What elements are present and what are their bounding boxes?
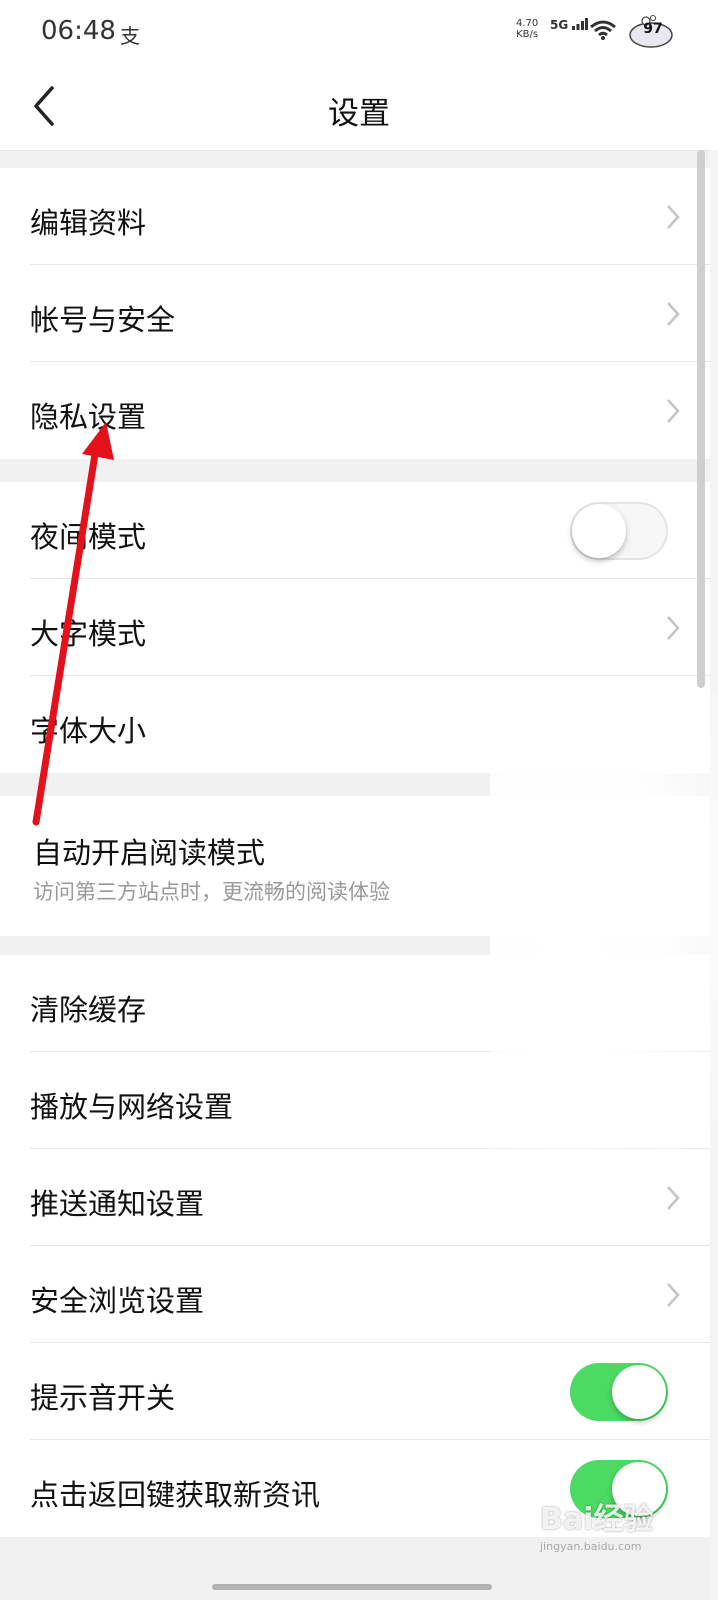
settings-group-account: 编辑资料 帐号与安全 隐私设置: [0, 168, 710, 459]
setting-row-push-notifications[interactable]: 推送通知设置: [0, 1149, 710, 1246]
alipay-notification-icon: 支: [120, 24, 140, 48]
status-bar: 06:48 支 4.70 KB/s 5G 97: [0, 0, 718, 64]
chevron-right-icon: [667, 205, 680, 229]
page-title: 设置: [328, 96, 390, 132]
toggle-knob: [612, 1365, 666, 1419]
net-speed-unit: KB/s: [516, 29, 539, 40]
setting-row-account-security[interactable]: 帐号与安全: [0, 265, 710, 362]
header: 设置: [0, 64, 718, 151]
sound-toggle[interactable]: [570, 1363, 668, 1421]
setting-row-privacy[interactable]: 隐私设置: [0, 362, 710, 459]
scroll-track: [710, 150, 718, 1600]
setting-label: 提示音开关: [30, 1381, 176, 1415]
net-speed-value: 4.70: [516, 18, 539, 29]
setting-row-clear-cache[interactable]: 清除缓存: [0, 955, 710, 1052]
setting-description: 访问第三方站点时，更流畅的阅读体验: [33, 880, 390, 904]
settings-group-display: 夜间模式 大字模式 字体大小: [0, 482, 710, 773]
signal-icon: 5G: [550, 18, 589, 32]
setting-label: 点击返回键获取新资讯: [30, 1478, 321, 1512]
status-time: 06:48: [41, 16, 116, 46]
chevron-right-icon: [667, 616, 680, 640]
setting-label: 推送通知设置: [30, 1187, 205, 1221]
setting-row-safe-browsing[interactable]: 安全浏览设置: [0, 1246, 710, 1343]
scrollbar-thumb[interactable]: [697, 150, 705, 688]
setting-label: 编辑资料: [30, 206, 147, 240]
setting-row-night-mode: 夜间模式: [0, 482, 710, 579]
setting-label: 安全浏览设置: [30, 1284, 205, 1318]
back-refresh-toggle[interactable]: [570, 1460, 668, 1518]
setting-label: 隐私设置: [30, 400, 147, 434]
setting-row-reading-mode[interactable]: 自动开启阅读模式 访问第三方站点时，更流畅的阅读体验: [0, 796, 710, 936]
settings-group-reading: 自动开启阅读模式 访问第三方站点时，更流畅的阅读体验: [0, 796, 710, 936]
setting-label: 帐号与安全: [30, 303, 176, 337]
setting-label: 播放与网络设置: [30, 1090, 234, 1124]
chevron-right-icon: [667, 1283, 680, 1307]
setting-label: 大字模式: [30, 617, 147, 651]
setting-label: 自动开启阅读模式: [33, 836, 266, 870]
settings-group-general: 清除缓存 播放与网络设置 推送通知设置 安全浏览设置 提示音开关 点击返回键获取…: [0, 955, 710, 1537]
net-speed: 4.70 KB/s: [516, 18, 538, 40]
chevron-right-icon: [667, 399, 680, 423]
setting-label: 字体大小: [30, 714, 147, 748]
setting-label: 清除缓存: [30, 993, 147, 1027]
setting-row-playback-network[interactable]: 播放与网络设置: [0, 1052, 710, 1149]
setting-label: 夜间模式: [30, 520, 147, 554]
setting-row-edit-profile[interactable]: 编辑资料: [0, 168, 710, 265]
setting-row-back-refresh: 点击返回键获取新资讯: [0, 1440, 710, 1537]
network-type: 5G: [550, 18, 569, 32]
battery-level: 97: [643, 21, 663, 37]
toggle-knob: [572, 504, 626, 558]
watermark-url: jingyan.baidu.com: [540, 1540, 642, 1553]
night-mode-toggle[interactable]: [570, 502, 668, 560]
home-indicator[interactable]: [212, 1584, 492, 1590]
chevron-right-icon: [667, 1186, 680, 1210]
wifi-icon: [590, 20, 616, 40]
setting-row-font-size[interactable]: 字体大小: [0, 676, 710, 773]
chevron-right-icon: [667, 302, 680, 326]
setting-row-sound: 提示音开关: [0, 1343, 710, 1440]
toggle-knob: [612, 1462, 666, 1516]
setting-row-large-text[interactable]: 大字模式: [0, 579, 710, 676]
